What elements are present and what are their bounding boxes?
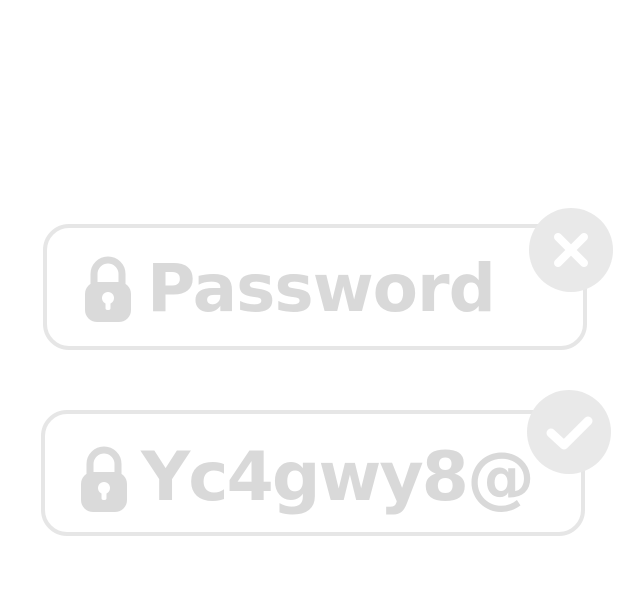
- check-icon: [546, 416, 593, 450]
- close-icon: [554, 233, 588, 267]
- invalid-status-badge[interactable]: [529, 208, 613, 292]
- password-value: Password: [147, 250, 496, 327]
- valid-status-badge[interactable]: [527, 390, 611, 474]
- password-field-strong[interactable]: Yc4gwy8@: [41, 410, 585, 536]
- lock-icon: [83, 254, 133, 324]
- password-field-weak[interactable]: Password: [43, 224, 587, 350]
- lock-icon: [79, 444, 129, 514]
- password-value: Yc4gwy8@: [141, 438, 535, 517]
- password-validation-illustration: Password Yc4gwy8@: [0, 0, 640, 605]
